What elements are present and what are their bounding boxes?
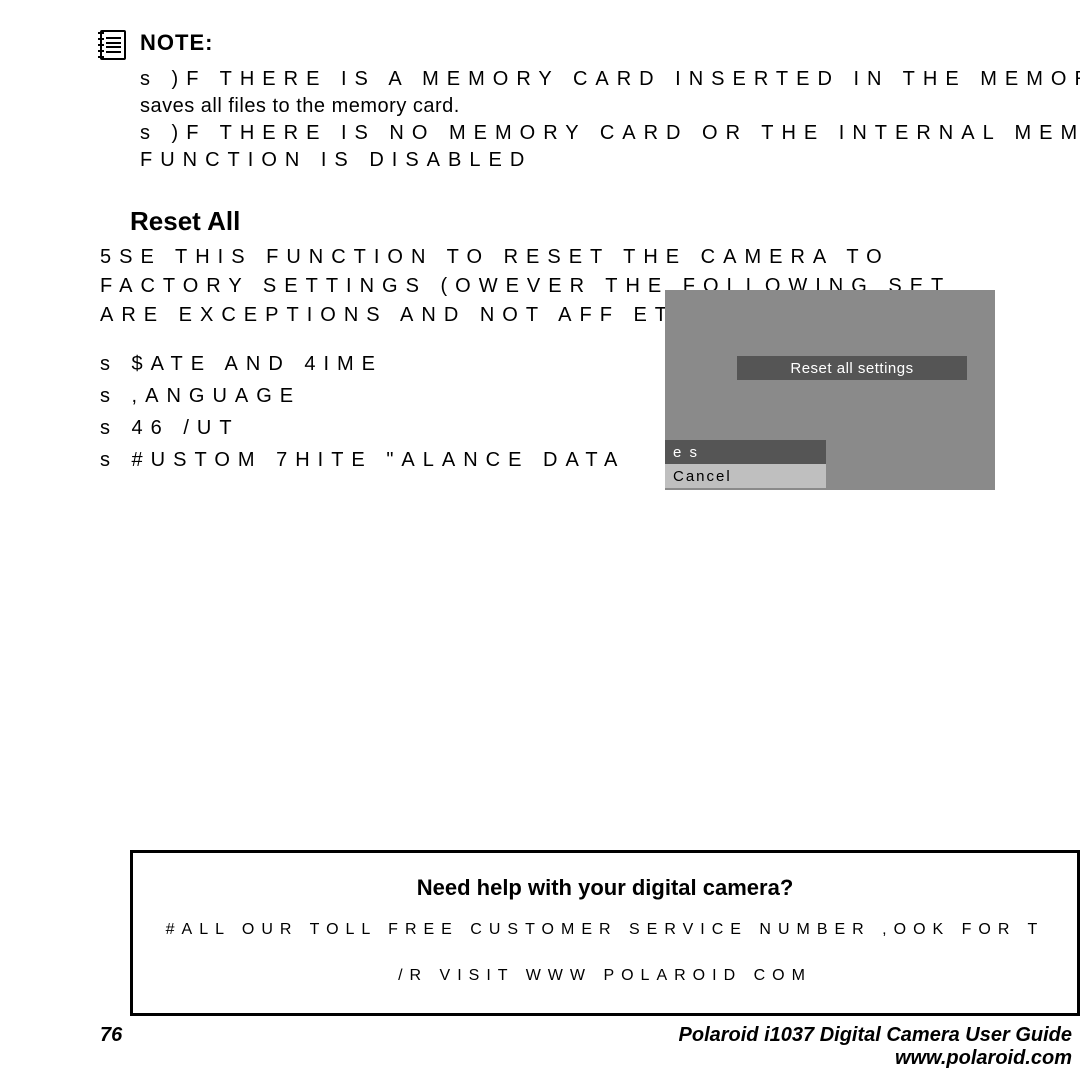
page: NOTE: s )F THERE IS A MEMORY CARD INSERT… (0, 0, 1080, 1080)
page-footer: 76 Polaroid i1037 Digital Camera User Gu… (100, 1024, 1072, 1070)
note-line-1b: saves all files to the memory card. (140, 93, 1080, 120)
reset-all-heading: Reset All (130, 206, 1080, 237)
note-title: NOTE: (140, 30, 213, 56)
help-box: Need help with your digital camera? #ALL… (130, 850, 1080, 1016)
option-yes[interactable]: e s (665, 440, 826, 464)
help-question: Need help with your digital camera? (149, 875, 1061, 901)
note-row: NOTE: (100, 30, 1080, 60)
help-line-2: /R VISIT WWW POLAROID COM (149, 967, 1061, 985)
notepad-icon (100, 30, 126, 60)
reset-settings-label: Reset all settings (737, 356, 967, 380)
option-cancel[interactable]: Cancel (665, 464, 826, 488)
camera-reset-dialog: Reset all settings e s Cancel (665, 290, 995, 490)
reset-body-1: 5SE THIS FUNCTION TO RESET THE CAMERA TO (100, 243, 1080, 272)
footer-right: Polaroid i1037 Digital Camera User Guide… (679, 1024, 1072, 1070)
note-line-2a: s )F THERE IS NO MEMORY CARD OR THE INTE… (140, 120, 1080, 147)
help-line-1: #ALL OUR TOLL FREE CUSTOMER SERVICE NUMB… (149, 921, 1061, 939)
note-body: s )F THERE IS A MEMORY CARD INSERTED IN … (140, 66, 1080, 174)
page-number: 76 (100, 1024, 122, 1047)
guide-title: Polaroid i1037 Digital Camera User Guide (679, 1024, 1072, 1047)
note-line-1a: s )F THERE IS A MEMORY CARD INSERTED IN … (140, 66, 1080, 93)
guide-url: www.polaroid.com (679, 1047, 1072, 1070)
note-line-2b: FUNCTION IS DISABLED (140, 147, 1080, 174)
